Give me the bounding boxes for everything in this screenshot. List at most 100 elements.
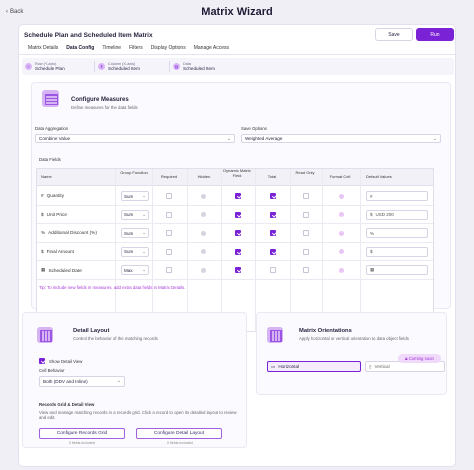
number-icon: #: [370, 193, 373, 199]
read-only-checkbox[interactable]: [303, 248, 309, 255]
required-checkbox[interactable]: [166, 193, 172, 199]
cell-behavior-value: Both (DDV and Inline): [43, 379, 88, 384]
vertical-icon: ▯: [369, 363, 372, 369]
dynamic-checkbox[interactable]: [235, 193, 241, 199]
grid-fields-count: 0 fields included: [69, 441, 95, 445]
format-cell-toggle[interactable]: [339, 212, 344, 217]
read-only-checkbox[interactable]: [303, 211, 309, 218]
layout-fields-count: 0 fields included: [167, 441, 193, 445]
col-default-values: Default Values: [366, 174, 392, 179]
calendar-icon: ▦: [370, 267, 375, 272]
chevron-down-icon: ⌄: [432, 136, 437, 142]
aggregation-select[interactable]: Combine Value ⌄: [35, 134, 235, 143]
horizontal-label: Horizontal: [278, 364, 300, 369]
col-read-only: Read Only: [295, 170, 315, 175]
format-cell-toggle[interactable]: [339, 193, 344, 199]
chevron-down-icon: ⌄: [226, 136, 231, 142]
dynamic-checkbox[interactable]: [235, 267, 241, 273]
field-name: $ Final Amount: [41, 249, 74, 254]
total-checkbox[interactable]: [270, 230, 276, 236]
dynamic-checkbox[interactable]: [235, 211, 241, 218]
fn-value: Sum: [124, 249, 134, 254]
horizontal-option[interactable]: ▭ Horizontal: [267, 361, 361, 372]
info-value: Scheduled Item: [183, 66, 215, 71]
col-format-cell: Format Cell: [329, 174, 351, 179]
cell-behavior-select[interactable]: Both (DDV and Inline) ⌄: [39, 376, 125, 387]
total-checkbox[interactable]: [270, 248, 276, 255]
show-detail-label: Show Detail View: [49, 359, 83, 364]
dynamic-checkbox[interactable]: [235, 230, 241, 236]
table-row[interactable]: $ Unit Price Sum ⌄ $ USD 200: [37, 206, 433, 224]
dynamic-checkbox[interactable]: [235, 248, 241, 255]
vertical-label: Vertical: [374, 364, 390, 369]
field-label: Additional Discount (%): [48, 230, 97, 235]
format-cell-toggle[interactable]: [339, 230, 344, 236]
hidden-toggle[interactable]: [201, 230, 206, 236]
aggregation-label: Data Aggregation: [35, 126, 69, 131]
default-value: USD 200: [375, 212, 394, 217]
fn-value: Sum: [124, 230, 134, 236]
group-function-select[interactable]: Max ⌄: [121, 265, 149, 275]
read-only-checkbox[interactable]: [303, 230, 309, 236]
col-group-function: Group Function: [120, 170, 148, 175]
hidden-toggle[interactable]: [201, 249, 206, 254]
required-checkbox[interactable]: [166, 248, 172, 255]
save-options-select[interactable]: Weighted Average ⌄: [241, 134, 441, 143]
aggregation-value: Combine Value: [39, 136, 71, 141]
fn-value: Sum: [124, 193, 134, 199]
format-cell-toggle[interactable]: [339, 249, 344, 254]
group-function-select[interactable]: Sum ⌄: [121, 191, 149, 201]
chevron-down-icon: ⌄: [142, 230, 146, 235]
save-button[interactable]: Save: [375, 28, 413, 41]
data-icon: ▤: [173, 63, 180, 70]
col-required: Required: [160, 174, 178, 179]
default-value-input[interactable]: %: [366, 228, 428, 238]
required-checkbox[interactable]: [166, 230, 172, 236]
hidden-toggle[interactable]: [201, 193, 206, 199]
configure-records-grid-button[interactable]: Configure Records Grid: [39, 428, 125, 439]
field-label: Unit Price: [46, 211, 67, 217]
orientation-subtitle: Apply horizontal or vertical orientation…: [299, 336, 409, 341]
wizard-card: Schedule Plan and Scheduled Item Matrix …: [18, 24, 456, 467]
cell-behavior-label: Cell Behavior: [39, 368, 65, 373]
hidden-toggle[interactable]: [201, 267, 206, 273]
detail-layout-panel: Detail Layout Control the behavior of th…: [22, 312, 247, 448]
percent-icon: %: [41, 230, 46, 235]
field-label: Final Amount: [46, 248, 74, 254]
percent-icon: %: [370, 230, 375, 236]
configure-detail-layout-button[interactable]: Configure Detail Layout: [136, 428, 222, 439]
table-row[interactable]: % Additional Discount (%) Sum ⌄ %: [37, 224, 433, 243]
measures-icon: [42, 90, 59, 107]
table-row[interactable]: ▦ Scheduled Date Max ⌄ ▦: [37, 261, 433, 280]
required-checkbox[interactable]: [166, 267, 172, 273]
total-checkbox[interactable]: [270, 267, 276, 273]
required-checkbox[interactable]: [166, 211, 172, 218]
group-function-select[interactable]: Sum ⌄: [121, 209, 149, 220]
table-row[interactable]: $ Final Amount Sum ⌄ $: [37, 243, 433, 261]
group-function-select[interactable]: Sum ⌄: [121, 228, 149, 238]
show-detail-checkbox[interactable]: [39, 358, 45, 364]
default-value-input[interactable]: ▦: [366, 265, 428, 275]
read-only-checkbox[interactable]: [303, 193, 309, 199]
default-value-input[interactable]: $: [366, 246, 428, 257]
default-value-input[interactable]: #: [366, 191, 428, 201]
col-name: Name: [41, 174, 52, 179]
currency-icon: $: [370, 212, 373, 217]
records-grid-desc: View and manage matching records in a re…: [39, 410, 237, 421]
matrix-title: Schedule Plan and Scheduled Item Matrix: [24, 32, 153, 39]
table-row[interactable]: # Quantity Sum ⌄ #: [37, 187, 433, 206]
group-function-select[interactable]: Sum ⌄: [121, 246, 149, 257]
save-options-label: Save Options: [241, 126, 267, 131]
total-checkbox[interactable]: [270, 211, 276, 218]
total-checkbox[interactable]: [270, 193, 276, 199]
lock-icon: 🔒︎: [405, 356, 408, 361]
fn-value: Sum: [124, 212, 134, 217]
run-button[interactable]: Run: [416, 28, 454, 41]
default-value-input[interactable]: $ USD 200: [366, 209, 428, 220]
hidden-toggle[interactable]: [201, 212, 206, 217]
format-cell-toggle[interactable]: [339, 267, 344, 273]
table-header: Name Group Function Required Hidden Dyna…: [37, 168, 433, 186]
field-label: Scheduled Date: [48, 267, 82, 273]
read-only-checkbox[interactable]: [303, 267, 309, 273]
config-summary: ≡ Row (Y-axis) Schedule Plan ⦀ Column (X-…: [22, 58, 454, 75]
